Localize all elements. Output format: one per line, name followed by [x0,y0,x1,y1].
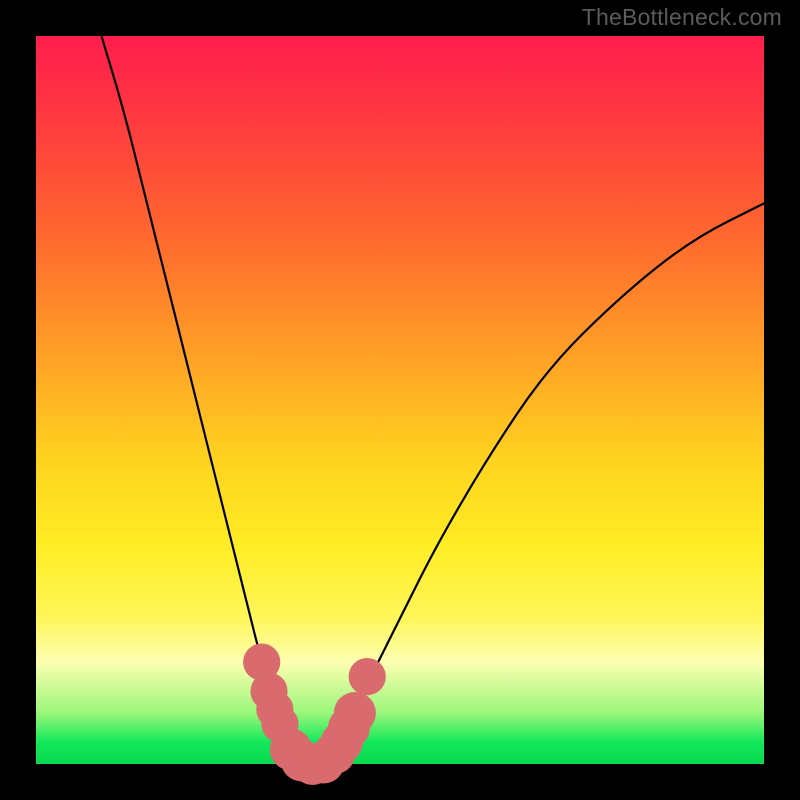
marker-dot [349,658,386,695]
plot-area [36,36,764,764]
chart-stage: TheBottleneck.com [0,0,800,800]
marker-dot [334,692,376,734]
watermark-text: TheBottleneck.com [582,4,782,31]
bottleneck-curve [102,36,765,762]
marker-group [243,644,386,786]
chart-svg [36,36,764,764]
